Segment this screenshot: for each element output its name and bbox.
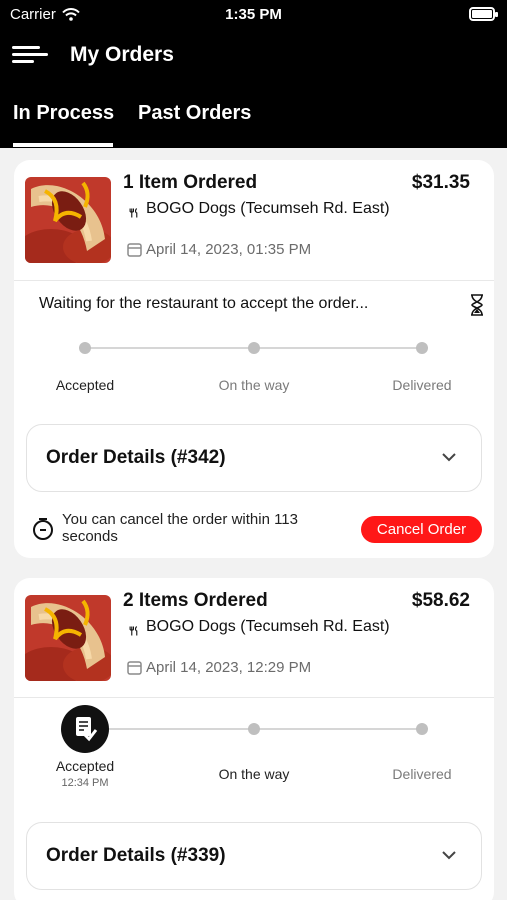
step-dot-on-the-way bbox=[248, 723, 260, 735]
step-dot-delivered bbox=[416, 342, 428, 354]
battery-icon bbox=[469, 7, 498, 21]
restaurant-name: BOGO Dogs (Tecumseh Rd. East) bbox=[146, 618, 390, 635]
cancel-note: You can cancel the order within 113 seco… bbox=[62, 511, 298, 545]
step-label-on-the-way: On the way bbox=[218, 377, 290, 393]
status-time: 1:35 PM bbox=[225, 6, 282, 23]
page-title: My Orders bbox=[70, 43, 174, 66]
app-header: My Orders In Process Past Orders bbox=[0, 30, 507, 148]
items-count: 1 Item Ordered bbox=[123, 172, 258, 193]
order-date: April 14, 2023, 12:29 PM bbox=[127, 659, 311, 676]
step-label-delivered: Delivered bbox=[392, 766, 452, 782]
step-accepted-active bbox=[61, 705, 109, 753]
status-bar: Carrier 1:35 PM bbox=[0, 0, 507, 30]
step-label-accepted: Accepted bbox=[55, 758, 115, 774]
restaurant-info: BOGO Dogs (Tecumseh Rd. East) bbox=[124, 200, 394, 218]
step-dot-accepted bbox=[79, 342, 91, 354]
order-price: $58.62 bbox=[411, 590, 470, 611]
order-card: 1 Item Ordered $31.35 BOGO Dogs (Tecumse… bbox=[14, 160, 494, 558]
active-tab-indicator bbox=[13, 143, 113, 147]
restaurant-info: BOGO Dogs (Tecumseh Rd. East) bbox=[124, 618, 394, 636]
step-dot-delivered bbox=[416, 723, 428, 735]
step-time-accepted: 12:34 PM bbox=[61, 777, 109, 789]
hourglass-icon bbox=[471, 294, 483, 316]
step-label-accepted: Accepted bbox=[55, 377, 115, 393]
step-label-delivered: Delivered bbox=[392, 377, 452, 393]
tab-in-process[interactable]: In Process bbox=[13, 102, 114, 125]
timer-icon bbox=[33, 518, 53, 540]
chevron-down-icon bbox=[442, 453, 456, 462]
step-label-on-the-way: On the way bbox=[218, 766, 290, 782]
food-image bbox=[25, 595, 111, 681]
food-image bbox=[25, 177, 111, 263]
order-card: 2 Items Ordered $58.62 BOGO Dogs (Tecums… bbox=[14, 578, 494, 900]
restaurant-name: BOGO Dogs (Tecumseh Rd. East) bbox=[146, 200, 390, 217]
menu-icon[interactable] bbox=[12, 42, 48, 68]
chevron-down-icon bbox=[442, 851, 456, 860]
step-dot-on-the-way bbox=[248, 342, 260, 354]
calendar-icon bbox=[127, 243, 142, 257]
status-message: Waiting for the restaurant to accept the… bbox=[39, 295, 369, 312]
order-accepted-icon bbox=[76, 717, 98, 742]
tab-past-orders[interactable]: Past Orders bbox=[138, 102, 251, 125]
items-count: 2 Items Ordered bbox=[123, 590, 268, 611]
order-price: $31.35 bbox=[411, 172, 470, 193]
utensils-icon bbox=[129, 208, 138, 218]
order-details-toggle[interactable]: Order Details (#339) bbox=[26, 822, 482, 890]
order-date-text: April 14, 2023, 01:35 PM bbox=[146, 241, 312, 258]
divider bbox=[14, 697, 494, 698]
order-date: April 14, 2023, 01:35 PM bbox=[127, 241, 311, 258]
order-details-title: Order Details (#339) bbox=[46, 845, 226, 866]
order-details-title: Order Details (#342) bbox=[46, 447, 226, 468]
utensils-icon bbox=[129, 626, 138, 636]
calendar-icon bbox=[127, 661, 142, 675]
order-details-toggle[interactable]: Order Details (#342) bbox=[26, 424, 482, 492]
divider bbox=[14, 280, 494, 281]
cancel-order-button[interactable]: Cancel Order bbox=[361, 516, 482, 543]
order-date-text: April 14, 2023, 12:29 PM bbox=[146, 659, 312, 676]
